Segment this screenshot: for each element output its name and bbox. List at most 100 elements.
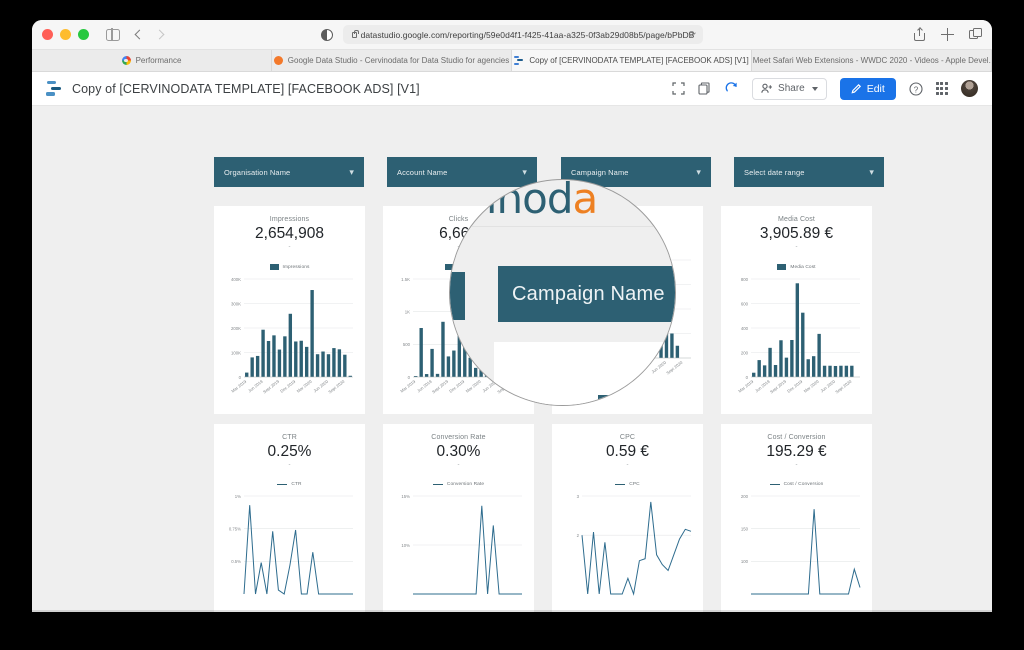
scorecard-cost-per-conversion[interactable]: Cost / Conversion 195.29 € - Cost / Conv…: [721, 424, 872, 612]
address-bar[interactable]: datastudio.google.com/reporting/59e0d4f1…: [343, 25, 703, 44]
browser-tab-data-studio-agencies[interactable]: Google Data Studio - Cervinodata for Dat…: [272, 50, 512, 71]
data-studio-icon: [514, 56, 524, 65]
svg-text:1K: 1K: [405, 309, 410, 314]
svg-text:300K: 300K: [231, 301, 241, 306]
svg-text:Mar 2019: Mar 2019: [230, 378, 248, 393]
svg-text:200K: 200K: [231, 326, 241, 331]
svg-text:Sept 2019: Sept 2019: [262, 378, 281, 394]
chart-plot: 0 100K 200K 300K 400K Mar 2019 Jun 2019 Sept 20…: [222, 275, 357, 403]
page-title: Copy of [CERVINODATA TEMPLATE] [FACEBOOK…: [72, 81, 420, 96]
kpi-label: Impressions: [269, 216, 310, 223]
svg-text:3: 3: [577, 494, 580, 499]
svg-text:2: 2: [577, 533, 580, 538]
magnifier-lens: vinoda Campaign Name ▾ Conversions: [449, 179, 676, 406]
canvas-bottom-edge: [32, 610, 992, 612]
appbar-actions: Share Edit ?: [672, 77, 978, 100]
avatar[interactable]: [961, 80, 978, 97]
refresh-icon[interactable]: [724, 81, 739, 96]
apps-grid-icon[interactable]: [935, 82, 948, 95]
svg-text:800: 800: [741, 277, 749, 282]
browser-tab-apple-wwdc[interactable]: Meet Safari Web Extensions - WWDC 2020 -…: [752, 50, 992, 71]
chart-plot: 10% 15%: [391, 492, 526, 612]
reader-view-icon[interactable]: [321, 28, 333, 41]
back-icon[interactable]: [134, 29, 145, 40]
close-window-button[interactable]: [42, 29, 53, 40]
titlebar-actions: [913, 28, 982, 41]
scorecard-media-cost[interactable]: Media Cost 3,905.89 € - Media Cost 0 200 4…: [721, 206, 872, 414]
minimize-window-button[interactable]: [60, 29, 71, 40]
svg-text:Mar 2019: Mar 2019: [399, 378, 417, 393]
filter-organisation-name[interactable]: Organisation Name ▾: [214, 157, 364, 187]
new-tab-icon[interactable]: [941, 28, 954, 41]
filter-date-range[interactable]: Select date range ▾: [734, 157, 884, 187]
reload-icon[interactable]: ⟳: [688, 30, 696, 39]
svg-text:Mar 2020: Mar 2020: [803, 378, 821, 393]
kpi-sub: -: [795, 244, 798, 250]
kpi-sub: -: [457, 462, 460, 468]
copy-icon[interactable]: [698, 82, 711, 95]
svg-text:10%: 10%: [401, 543, 410, 548]
svg-text:Dec 2019: Dec 2019: [279, 378, 297, 393]
legend-label: Media Cost: [790, 264, 816, 270]
magnified-filter-label: Campaign Name: [512, 282, 665, 305]
svg-text:Sept 2019: Sept 2019: [431, 378, 450, 394]
kpi-label: CTR: [282, 434, 297, 441]
help-icon[interactable]: ?: [909, 81, 923, 96]
svg-text:?: ?: [914, 85, 919, 94]
legend-line-icon: [769, 483, 780, 486]
chevron-down-icon[interactable]: [811, 86, 818, 91]
tab-overview-icon[interactable]: [969, 28, 982, 41]
svg-text:0: 0: [408, 375, 411, 380]
chart-plot: 0.5% 0.75% 1%: [222, 492, 357, 612]
svg-text:200: 200: [741, 494, 749, 499]
navigation-arrows[interactable]: [134, 29, 165, 40]
scorecard-impressions[interactable]: Impressions 2,654,908 - Impressions 0 100…: [214, 206, 365, 414]
magnified-adjacent-filter[interactable]: [450, 272, 465, 320]
scorecard-cpc[interactable]: CPC 0.59 € - CPC 23: [552, 424, 703, 612]
fullscreen-icon[interactable]: [672, 82, 685, 95]
svg-text:200: 200: [741, 350, 749, 355]
svg-text:150: 150: [741, 526, 749, 531]
legend-label: Conversion Rate: [446, 482, 485, 487]
filter-label: Organisation Name: [224, 167, 291, 177]
legend-swatch-icon: [777, 264, 787, 270]
share-button[interactable]: Share: [752, 77, 827, 100]
edit-button[interactable]: Edit: [839, 77, 896, 100]
maximize-window-button[interactable]: [78, 29, 89, 40]
chart-plot: 23: [560, 492, 695, 612]
tab-label: Performance: [135, 56, 182, 65]
svg-text:500: 500: [403, 342, 411, 347]
svg-text:1%: 1%: [235, 494, 241, 499]
kpi-sub: -: [795, 462, 798, 468]
kpi-value: 3,905.89 €: [759, 225, 834, 242]
url-text: datastudio.google.com/reporting/59e0d4f1…: [360, 29, 695, 40]
svg-text:Mar 2020: Mar 2020: [296, 378, 314, 393]
chart-legend: CPC: [552, 482, 703, 487]
tab-label: Meet Safari Web Extensions - WWDC 2020 -…: [752, 56, 992, 65]
svg-text:Mar 2019: Mar 2019: [737, 378, 755, 393]
window-controls[interactable]: [42, 29, 89, 40]
svg-text:0: 0: [746, 375, 749, 380]
edit-button-label: Edit: [866, 82, 885, 95]
legend-swatch-icon: [269, 264, 279, 270]
kpi-sub: -: [626, 462, 629, 468]
legend-label: CPC: [629, 482, 640, 487]
svg-text:0.5%: 0.5%: [231, 559, 241, 564]
sidebar-toggle-icon[interactable]: [106, 28, 120, 41]
svg-text:600: 600: [741, 301, 749, 306]
scorecard-conversion-rate[interactable]: Conversion Rate 0.30% - Conversion Rate …: [383, 424, 534, 612]
browser-tab-active-report[interactable]: Copy of [CERVINODATA TEMPLATE] [FACEBOOK…: [512, 50, 752, 71]
report-canvas: Organisation Name ▾ Account Name ▾ Campa…: [32, 106, 992, 612]
scorecard-ctr[interactable]: CTR 0.25% - CTR 0.5% 0.75% 1%: [214, 424, 365, 612]
svg-text:Dec 2019: Dec 2019: [786, 378, 804, 393]
kpi-label: Cost / Conversion: [767, 434, 826, 441]
share-icon[interactable]: [913, 28, 926, 41]
browser-titlebar: datastudio.google.com/reporting/59e0d4f1…: [32, 20, 992, 50]
address-bar-area[interactable]: datastudio.google.com/reporting/59e0d4f1…: [321, 25, 703, 44]
legend-line-icon: [615, 483, 626, 486]
magnified-filter-campaign-name[interactable]: Campaign Name ▾: [498, 266, 675, 322]
svg-text:15%: 15%: [401, 494, 410, 499]
google-icon: [121, 56, 131, 65]
browser-tab-performance[interactable]: Performance: [32, 50, 272, 71]
legend-swatch-icon: [598, 395, 609, 402]
